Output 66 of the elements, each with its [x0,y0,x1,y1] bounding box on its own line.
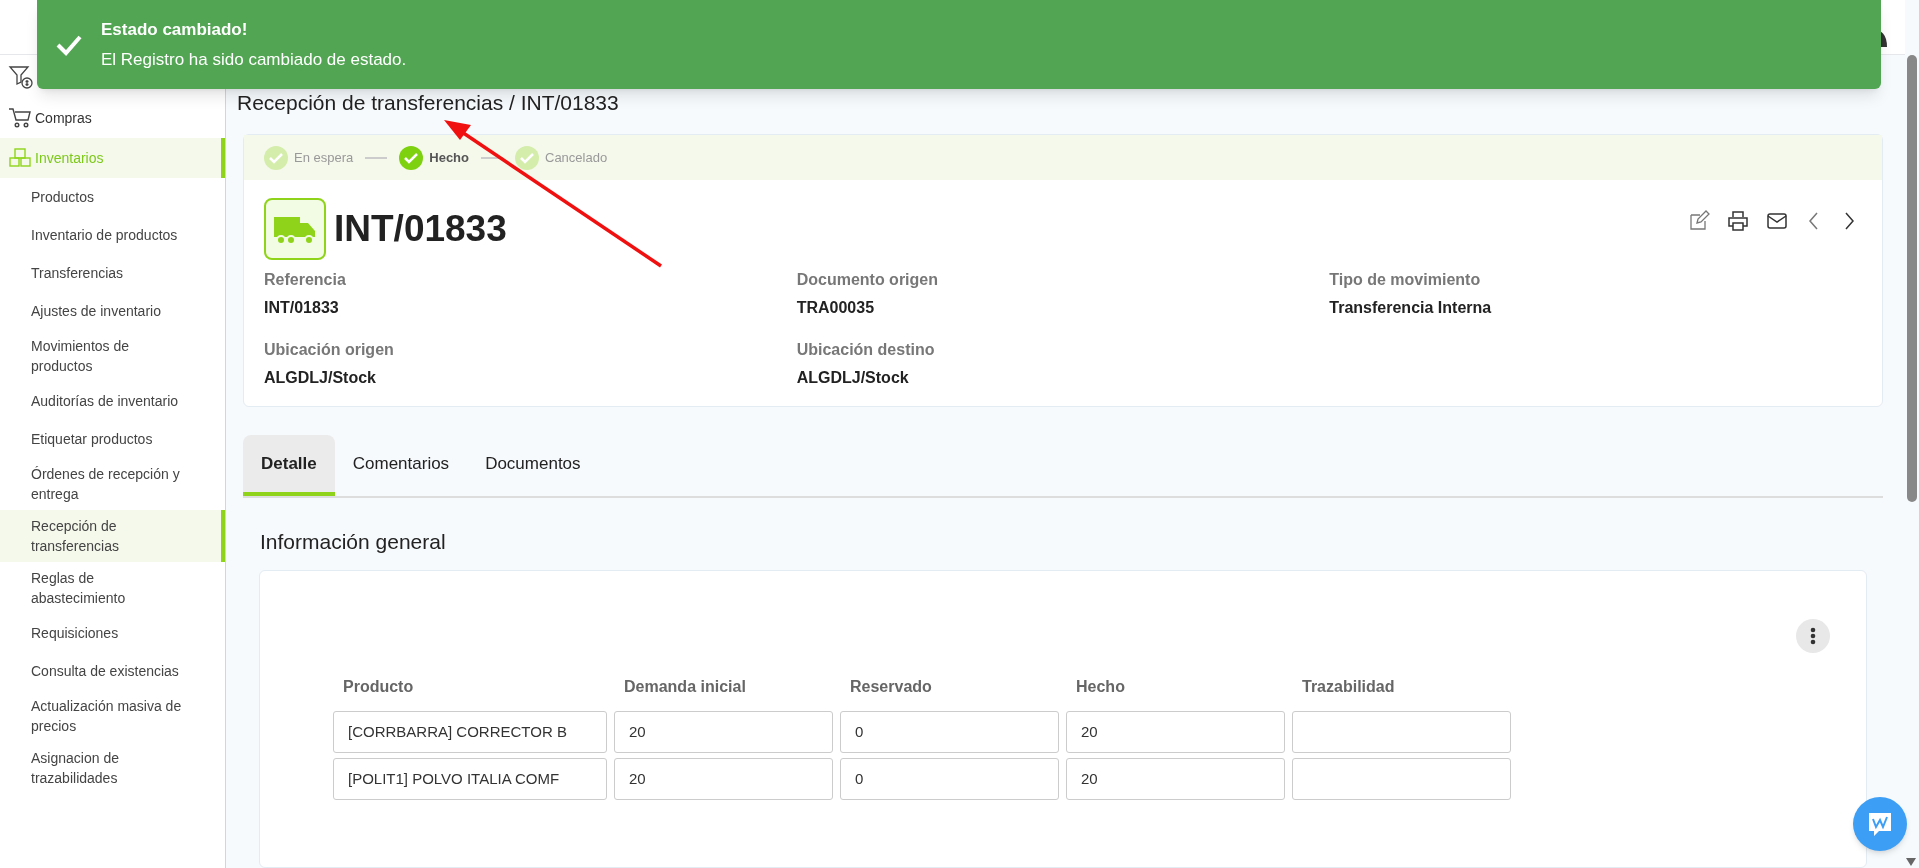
section-title: Información general [260,529,447,555]
truck-icon [264,198,326,260]
table-input[interactable] [1292,757,1511,800]
status-step: En espera [264,145,354,170]
sidebar-item[interactable]: Etiquetar productos [0,420,225,458]
tab[interactable]: Documentos [467,435,599,496]
sidebar-item[interactable]: Auditorías de inventario [0,382,225,420]
column-header: Trazabilidad [1301,676,1396,697]
column-header: Hecho [1075,676,1126,697]
mail-icon[interactable] [1766,210,1788,232]
column-header: Producto [342,676,415,697]
more-options-button[interactable] [1796,618,1830,653]
check-circle-icon [264,145,288,170]
sidebar-module[interactable]: Compras [0,98,225,138]
sidebar-item[interactable]: Consulta de existencias [0,652,225,690]
cart-icon [8,106,32,130]
more-vertical-icon [1810,626,1816,645]
status-step: Hecho [399,145,469,170]
field-value: ALGDLJ/Stock [796,368,910,388]
check-circle-icon [399,145,424,170]
table-input[interactable] [1292,710,1511,753]
toast-message: El Registro ha sido cambiado de estado. [101,48,407,71]
table-input[interactable]: 0 [840,757,1059,800]
field-value: TRA00035 [796,298,876,318]
table-input[interactable]: 20 [614,757,833,800]
sidebar-item[interactable]: Requisiciones [0,614,225,652]
check-circle-icon [515,145,539,170]
field-value: INT/01833 [264,298,340,318]
edit-icon[interactable] [1688,210,1710,232]
print-icon[interactable] [1727,210,1749,232]
filter-dollar-icon[interactable] [8,63,34,90]
scroll-down-icon[interactable] [1906,858,1916,866]
table-input[interactable]: [CORRBARRA] CORRECTOR B [333,710,607,753]
sidebar-item[interactable]: Ajustes de inventario [0,292,225,330]
field-label: Ubicación origen [264,340,395,360]
status-step: Cancelado [515,145,608,170]
sidebar-item[interactable]: Actualización masiva de precios [0,690,225,742]
table-input[interactable]: 20 [614,710,833,753]
sidebar-item[interactable]: Reglas de abastecimiento [0,562,225,614]
sidebar-item[interactable]: Inventario de productos [0,216,225,254]
page-title: Recepción de transferencias / INT/01833 [237,91,619,115]
field-label: Ubicación destino [796,340,936,360]
column-header: Reservado [849,676,933,697]
tab[interactable]: Detalle [243,435,335,496]
sidebar-item[interactable]: Asignacion de trazabilidades [0,742,225,794]
column-header: Demanda inicial [623,676,747,697]
scrollbar[interactable] [1907,55,1917,502]
table-input[interactable]: [POLIT1] POLVO ITALIA COMF [333,757,607,800]
table-input[interactable]: 20 [1066,710,1285,753]
table-input[interactable]: 20 [1066,757,1285,800]
field-label: Referencia [264,270,347,290]
field-label: Tipo de movimiento [1329,270,1482,290]
field-value: Transferencia Interna [1329,298,1493,318]
toast-title: Estado cambiado! [101,19,249,41]
table-input[interactable]: 0 [840,710,1059,753]
sidebar-item[interactable]: Productos [0,178,225,216]
sidebar-item[interactable]: Transferencias [0,254,225,292]
field-value: ALGDLJ/Stock [264,368,377,388]
chat-button[interactable] [1853,797,1907,851]
tab[interactable]: Comentarios [334,435,468,496]
field-label: Documento origen [796,270,939,290]
boxes-icon [8,146,32,170]
sidebar-item[interactable]: Órdenes de recepción y entrega [0,458,225,510]
record-title: INT/01833 [334,207,507,252]
sidebar-item[interactable]: Recepción de transferencias [0,510,225,562]
sidebar-item[interactable]: Movimientos de productos [0,330,225,382]
